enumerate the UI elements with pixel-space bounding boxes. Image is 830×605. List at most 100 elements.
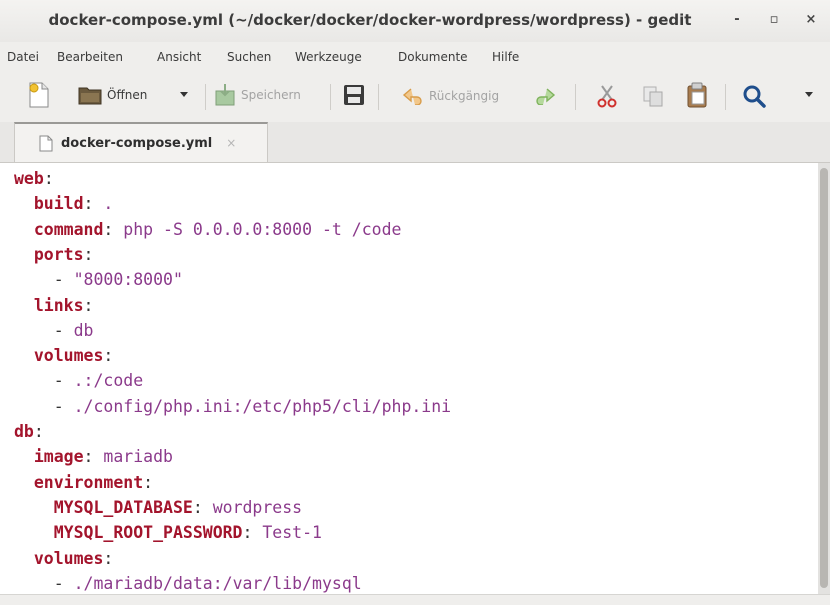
new-document-button[interactable] xyxy=(28,82,50,108)
redo-icon xyxy=(536,88,556,105)
undo-button[interactable]: Rückgängig xyxy=(402,87,499,105)
document-icon xyxy=(39,135,53,151)
yaml-separator: : xyxy=(83,194,94,214)
toolbar-separator xyxy=(330,84,331,110)
cut-icon xyxy=(597,85,617,108)
yaml-separator: : xyxy=(83,244,94,264)
yaml-value: mariadb xyxy=(93,447,173,467)
cut-button[interactable] xyxy=(596,84,618,108)
toolbar-separator xyxy=(725,84,726,110)
yaml-separator: - xyxy=(53,371,74,391)
tab-docker-compose[interactable]: docker-compose.yml × xyxy=(14,122,268,162)
dropdown-arrow-icon xyxy=(180,92,188,97)
menu-ansicht[interactable]: Ansicht xyxy=(157,50,201,64)
save-as-button[interactable] xyxy=(343,84,365,106)
yaml-value: db xyxy=(73,320,94,340)
yaml-key: build xyxy=(33,194,84,214)
menu-datei[interactable]: Datei xyxy=(7,50,39,64)
yaml-value: ./config/php.ini:/etc/php5/cli/php.ini xyxy=(73,396,452,416)
new-document-icon xyxy=(29,82,49,108)
menu-werkzeuge[interactable]: Werkzeuge xyxy=(295,50,362,64)
open-button[interactable]: Öffnen xyxy=(78,85,147,105)
undo-icon xyxy=(402,88,422,105)
yaml-separator: : xyxy=(103,548,114,568)
menu-arrow-icon xyxy=(805,92,813,97)
yaml-value: "8000:8000" xyxy=(73,270,183,290)
yaml-separator: : xyxy=(103,219,114,239)
yaml-separator: : xyxy=(83,295,94,315)
yaml-key: volumes xyxy=(33,548,104,568)
yaml-value: . xyxy=(93,194,114,214)
menu-dokumente[interactable]: Dokumente xyxy=(398,50,468,64)
code-line: command: php -S 0.0.0.0:8000 -t /code xyxy=(14,217,402,242)
yaml-separator: - xyxy=(53,320,74,340)
menu-button[interactable] xyxy=(803,90,815,100)
menu-bearbeiten[interactable]: Bearbeiten xyxy=(57,50,123,64)
close-button[interactable]: × xyxy=(800,9,822,31)
code-line: - ./mariadb/data:/var/lib/mysql xyxy=(14,571,362,596)
menu-hilfe[interactable]: Hilfe xyxy=(492,50,519,64)
yaml-separator: : xyxy=(103,346,114,366)
tab-label: docker-compose.yml xyxy=(61,135,213,151)
tab-close-icon[interactable]: × xyxy=(226,136,236,150)
undo-label: Rückgängig xyxy=(429,89,500,103)
search-button[interactable] xyxy=(742,84,766,108)
yaml-key: web xyxy=(14,169,44,188)
yaml-key: image xyxy=(33,447,84,467)
save-icon xyxy=(215,84,235,106)
paste-icon xyxy=(687,82,707,108)
title-bar: docker-compose.yml (~/docker/docker/dock… xyxy=(0,0,830,42)
yaml-key: MYSQL_DATABASE xyxy=(53,497,193,517)
code-line: links: xyxy=(14,293,94,318)
yaml-value: wordpress xyxy=(202,497,303,517)
code-line: ports: xyxy=(14,242,94,267)
code-line: db: xyxy=(14,419,44,444)
yaml-key: db xyxy=(14,422,34,441)
yaml-key: command xyxy=(33,219,104,239)
code-line: MYSQL_ROOT_PASSWORD: Test-1 xyxy=(14,520,322,545)
code-line: web: xyxy=(14,166,54,191)
menu-suchen[interactable]: Suchen xyxy=(227,50,271,64)
open-dropdown-button[interactable] xyxy=(178,90,190,100)
code-line: volumes: xyxy=(14,343,113,368)
yaml-separator: : xyxy=(43,169,54,188)
search-icon xyxy=(743,85,766,108)
yaml-separator: - xyxy=(53,270,74,290)
code-line: - "8000:8000" xyxy=(14,267,183,292)
status-bar xyxy=(0,594,830,605)
code-line: - db xyxy=(14,318,94,343)
minimize-button[interactable]: - xyxy=(726,9,748,31)
paste-button[interactable] xyxy=(686,82,708,108)
yaml-value: .:/code xyxy=(73,371,144,391)
menu-bar: Datei Bearbeiten Ansicht Suchen Werkzeug… xyxy=(0,42,830,72)
save-as-icon xyxy=(344,85,364,105)
toolbar-separator xyxy=(205,84,206,110)
redo-button[interactable] xyxy=(534,87,556,105)
maximize-button[interactable]: ▫ xyxy=(763,9,785,31)
code-line: build: . xyxy=(14,191,113,216)
yaml-separator: - xyxy=(53,396,74,416)
copy-button[interactable] xyxy=(642,85,664,107)
text-editor[interactable]: web: build: . command: php -S 0.0.0.0:80… xyxy=(0,163,818,594)
yaml-key: MYSQL_ROOT_PASSWORD xyxy=(53,523,243,543)
open-folder-icon xyxy=(78,87,102,105)
scrollbar-thumb[interactable] xyxy=(820,168,828,588)
yaml-value: ./mariadb/data:/var/lib/mysql xyxy=(73,573,362,593)
tab-bar: docker-compose.yml × xyxy=(0,122,830,163)
yaml-key: links xyxy=(33,295,84,315)
save-button[interactable]: Speichern xyxy=(214,83,301,107)
